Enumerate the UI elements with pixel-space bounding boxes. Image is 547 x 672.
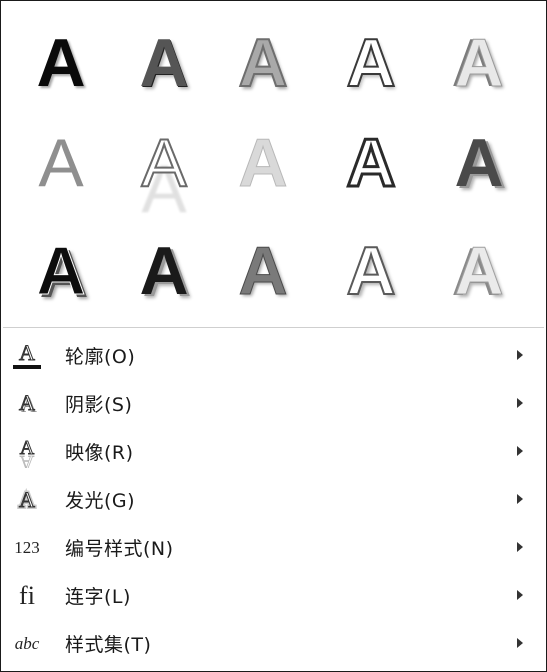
effect-style-15[interactable]: A <box>429 221 529 321</box>
effect-letter: A <box>38 125 84 201</box>
text-effects-gallery: A A A A A A A A A A A A A A A <box>1 1 546 327</box>
menu-item-number-style[interactable]: 123 编号样式(N) <box>1 523 546 571</box>
menu-item-stylistic-set[interactable]: abc 样式集(T) <box>1 619 546 667</box>
reflection-icon: A A <box>9 433 45 469</box>
menu-item-shadow[interactable]: A A 阴影(S) <box>1 379 546 427</box>
effect-letter: A <box>140 125 187 201</box>
menu-item-reflection[interactable]: A A 映像(R) <box>1 427 546 475</box>
effect-style-8[interactable]: A <box>213 113 313 213</box>
stylistic-set-icon: abc <box>9 625 45 661</box>
effect-style-10[interactable]: A <box>429 113 529 213</box>
effect-style-2[interactable]: A <box>114 13 214 113</box>
svg-text:123: 123 <box>14 538 40 557</box>
ligature-icon: fi <box>9 577 45 613</box>
effect-letter: A <box>454 233 504 309</box>
submenu-arrow-icon <box>514 347 526 363</box>
shadow-icon: A A <box>9 385 45 421</box>
menu-item-label: 映像(R) <box>65 441 134 464</box>
effect-style-12[interactable]: A <box>114 221 214 321</box>
submenu-arrow-icon <box>514 635 526 651</box>
effect-letter: A <box>345 25 396 101</box>
submenu-arrow-icon <box>514 491 526 507</box>
effect-letter: A <box>454 125 504 201</box>
menu-item-ligature[interactable]: fi 连字(L) <box>1 571 546 619</box>
effect-letter: A <box>36 25 86 101</box>
effect-style-13[interactable]: A <box>213 221 313 321</box>
svg-text:abc: abc <box>15 634 40 653</box>
svg-text:A: A <box>19 487 35 512</box>
effect-letter: A <box>345 233 396 309</box>
submenu-arrow-icon <box>514 539 526 555</box>
menu-item-label: 样式集(T) <box>65 633 152 656</box>
outline-icon: A <box>9 337 45 373</box>
effect-style-9[interactable]: A <box>321 113 421 213</box>
effect-style-4[interactable]: A <box>321 13 421 113</box>
effect-letter: A <box>454 25 504 101</box>
effect-letter: A <box>139 25 189 101</box>
submenu-arrow-icon <box>514 443 526 459</box>
menu-item-glow[interactable]: A A 发光(G) <box>1 475 546 523</box>
effect-style-3[interactable]: A <box>213 13 313 113</box>
menu-item-label: 阴影(S) <box>65 393 133 416</box>
effect-style-11[interactable]: A <box>11 221 111 321</box>
glow-icon: A A <box>9 481 45 517</box>
menu-separator <box>3 327 544 328</box>
svg-text:A: A <box>19 390 35 415</box>
text-effects-menu: A A A A A A A A A A A A A A A A 轮廓(O) A … <box>0 0 547 672</box>
effect-letter: A <box>345 125 397 201</box>
effect-letter: A <box>237 25 288 101</box>
effect-letter: A <box>139 233 189 309</box>
effect-letter: A <box>36 233 86 309</box>
submenu-arrow-icon <box>514 587 526 603</box>
outline-icon-glyph: A <box>19 340 35 365</box>
effect-letter: A <box>238 233 288 309</box>
number-style-icon: 123 <box>9 529 45 565</box>
effect-style-7[interactable]: A <box>114 113 214 213</box>
submenu-arrow-icon <box>514 395 526 411</box>
effect-style-1[interactable]: A <box>11 13 111 113</box>
menu-item-label: 编号样式(N) <box>65 537 174 560</box>
svg-text:A: A <box>20 451 35 468</box>
menu-item-outline[interactable]: A 轮廓(O) <box>1 331 546 379</box>
menu-item-label: 连字(L) <box>65 585 131 608</box>
effect-letter: A <box>238 125 288 201</box>
effect-style-14[interactable]: A <box>321 221 421 321</box>
menu-item-label: 发光(G) <box>65 489 136 512</box>
svg-text:fi: fi <box>19 581 35 610</box>
menu-item-label: 轮廓(O) <box>65 345 136 368</box>
effect-style-6[interactable]: A <box>11 113 111 213</box>
effect-style-5[interactable]: A <box>429 13 529 113</box>
